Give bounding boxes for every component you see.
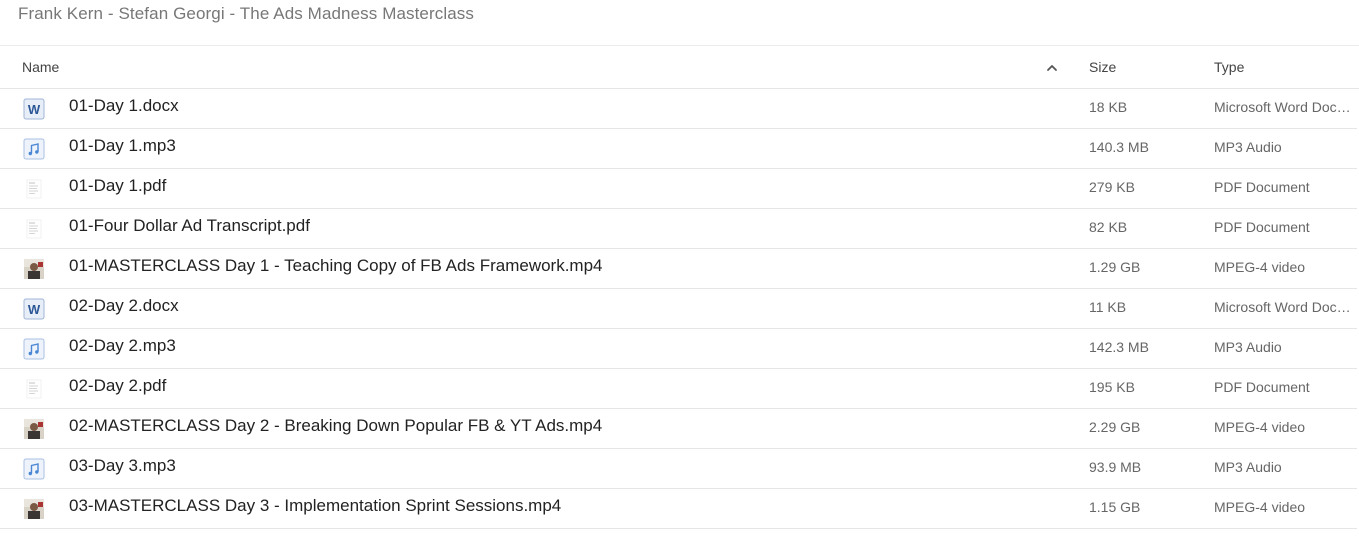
file-size: 142.3 MB (1089, 339, 1149, 355)
file-name[interactable]: 02-Day 2.mp3 (69, 336, 176, 356)
file-size: 1.29 GB (1089, 259, 1141, 275)
file-list: W 01-Day 1.docx 18 KB Microsoft Word Docume… (0, 89, 1359, 529)
table-row[interactable]: 01-Day 1.pdf 279 KB PDF Document (0, 169, 1357, 209)
file-name[interactable]: 03-Day 3.mp3 (69, 456, 176, 476)
file-name[interactable]: 02-MASTERCLASS Day 2 - Breaking Down Pop… (69, 416, 602, 436)
file-type: PDF Document (1214, 179, 1310, 195)
table-row[interactable]: 01-MASTERCLASS Day 1 - Teaching Copy of … (0, 249, 1357, 289)
header-divider (0, 45, 1359, 46)
file-size: 195 KB (1089, 379, 1135, 395)
audio-file-icon (23, 458, 45, 480)
file-name[interactable]: 01-MASTERCLASS Day 1 - Teaching Copy of … (69, 256, 603, 276)
table-row[interactable]: 02-Day 2.mp3 142.3 MB MP3 Audio (0, 329, 1357, 369)
audio-file-icon (23, 338, 45, 360)
column-header-name[interactable]: Name (22, 59, 59, 75)
file-type: PDF Document (1214, 219, 1310, 235)
file-size: 82 KB (1089, 219, 1128, 235)
file-name[interactable]: 01-Day 1.pdf (69, 176, 166, 196)
table-row[interactable]: 02-Day 2.pdf 195 KB PDF Document (0, 369, 1357, 409)
audio-file-icon (23, 138, 45, 160)
file-name[interactable]: 01-Day 1.mp3 (69, 136, 176, 156)
file-type: MP3 Audio (1214, 459, 1282, 475)
pdf-thumbnail-icon (23, 218, 45, 240)
file-size: 18 KB (1089, 99, 1128, 115)
file-type: PDF Document (1214, 379, 1310, 395)
table-row[interactable]: 01-Day 1.mp3 140.3 MB MP3 Audio (0, 129, 1357, 169)
table-row[interactable]: W 02-Day 2.docx 11 KB Microsoft Word Docume… (0, 289, 1357, 329)
file-size: 1.15 GB (1089, 499, 1141, 515)
svg-text:W: W (28, 302, 41, 317)
file-size: 2.29 GB (1089, 419, 1141, 435)
pdf-thumbnail-icon (23, 378, 45, 400)
table-row[interactable]: 03-MASTERCLASS Day 3 - Implementation Sp… (0, 489, 1357, 529)
video-thumbnail-icon (23, 418, 45, 440)
file-type: MP3 Audio (1214, 139, 1282, 155)
file-name[interactable]: 01-Four Dollar Ad Transcript.pdf (69, 216, 310, 236)
video-thumbnail-icon (23, 258, 45, 280)
file-type: MP3 Audio (1214, 339, 1282, 355)
breadcrumb[interactable]: Frank Kern - Stefan Georgi - The Ads Mad… (18, 4, 474, 24)
file-type: MPEG-4 video (1214, 499, 1306, 515)
file-size: 279 KB (1089, 179, 1135, 195)
svg-text:W: W (28, 102, 41, 117)
file-name[interactable]: 02-Day 2.docx (69, 296, 179, 316)
table-row[interactable]: 01-Four Dollar Ad Transcript.pdf 82 KB PDF… (0, 209, 1357, 249)
column-header-type[interactable]: Type (1214, 59, 1244, 75)
word-doc-icon: W (23, 98, 45, 120)
file-name[interactable]: 02-Day 2.pdf (69, 376, 166, 396)
file-size: 11 KB (1089, 299, 1127, 315)
table-row[interactable]: 03-Day 3.mp3 93.9 MB MP3 Audio (0, 449, 1357, 489)
file-type: Microsoft Word Document (1214, 299, 1357, 315)
table-header: Name Size Type (0, 48, 1359, 89)
column-header-size[interactable]: Size (1089, 59, 1116, 75)
file-name[interactable]: 01-Day 1.docx (69, 96, 179, 116)
chevron-up-icon[interactable] (1045, 61, 1059, 75)
file-type: MPEG-4 video (1214, 419, 1306, 435)
video-thumbnail-icon (23, 498, 45, 520)
pdf-thumbnail-icon (23, 178, 45, 200)
file-table: Name Size Type W 01-Day 1.docx 18 KB Micros… (0, 48, 1359, 529)
file-name[interactable]: 03-MASTERCLASS Day 3 - Implementation Sp… (69, 496, 561, 516)
file-size: 140.3 MB (1089, 139, 1149, 155)
word-doc-icon: W (23, 298, 45, 320)
table-row[interactable]: W 01-Day 1.docx 18 KB Microsoft Word Docume… (0, 89, 1357, 129)
table-row[interactable]: 02-MASTERCLASS Day 2 - Breaking Down Pop… (0, 409, 1357, 449)
file-size: 93.9 MB (1089, 459, 1142, 475)
file-type: Microsoft Word Document (1214, 99, 1357, 115)
file-type: MPEG-4 video (1214, 259, 1306, 275)
